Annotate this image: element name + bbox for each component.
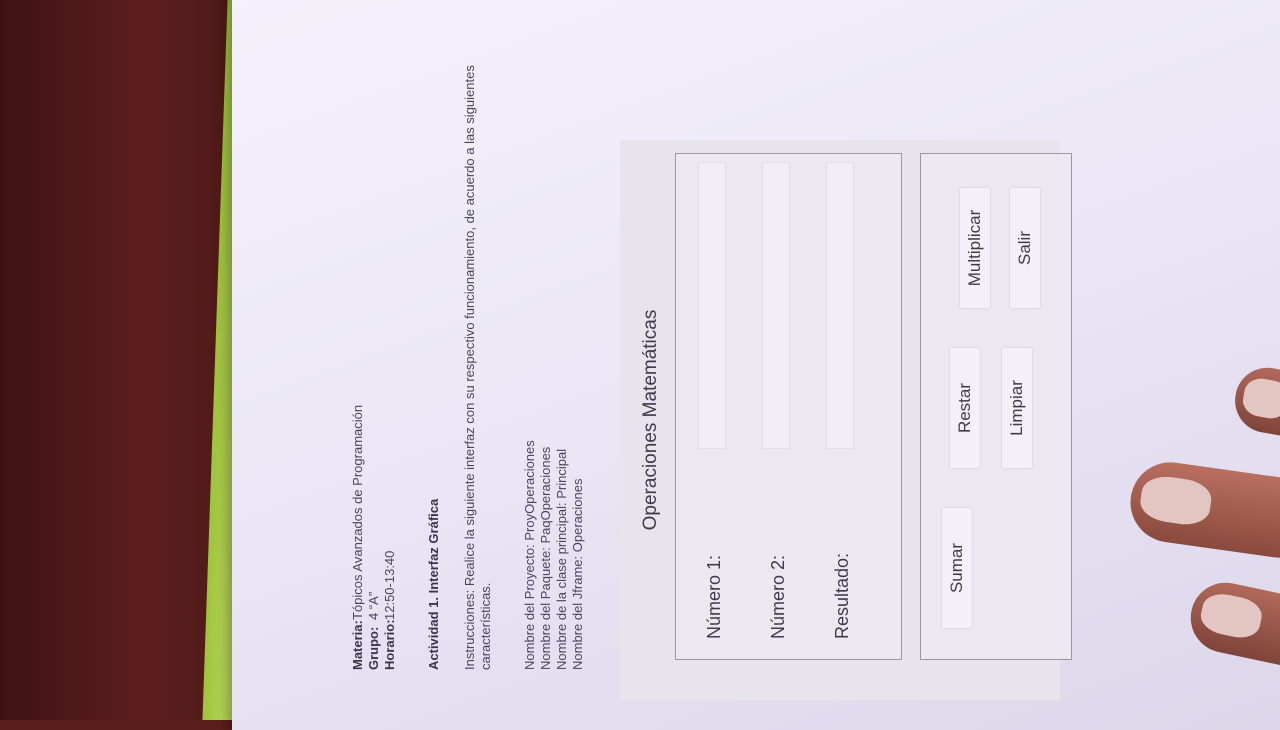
fingernail: [1240, 375, 1280, 422]
list-item: Nombre del Paquete: PaqOperaciones: [538, 446, 553, 670]
input-panel: Número 1: Número 2: Resultado:: [675, 153, 902, 660]
resultado-field[interactable]: [826, 162, 854, 449]
numero1-label: Número 1:: [704, 554, 724, 639]
numero2-label: Número 2:: [768, 554, 788, 639]
meta-key: Materia:: [350, 620, 365, 670]
list-item: Nombre de la clase principal: Principal: [554, 448, 569, 670]
frame-title: Operaciones Matemáticas: [640, 309, 661, 531]
list-item: Nombre del Proyecto: ProyOperaciones: [522, 440, 537, 670]
numero1-field[interactable]: [698, 162, 726, 449]
meta-row: Horario: 12:50-13:40: [382, 405, 398, 670]
fingernail: [1197, 590, 1265, 642]
resultado-label: Resultado:: [832, 552, 852, 639]
fingernail: [1138, 473, 1214, 528]
course-meta: Materia: Tópicos Avanzados de Programaci…: [350, 405, 398, 670]
meta-value: 4 “A”: [366, 591, 381, 620]
meta-row: Grupo: 4 “A”: [366, 405, 382, 670]
buttons-panel: Sumar Restar Multiplicar Limpiar Salir: [920, 153, 1072, 660]
meta-value: 12:50-13:40: [382, 550, 397, 620]
multiplicar-button[interactable]: Multiplicar: [959, 187, 991, 309]
meta-row: Materia: Tópicos Avanzados de Programaci…: [350, 405, 366, 670]
sumar-button[interactable]: Sumar: [941, 507, 973, 629]
meta-value: Tópicos Avanzados de Programación: [350, 404, 365, 620]
activity-title: Actividad 1. Interfaz Gráfica: [426, 498, 441, 670]
operations-frame-mockup: Operaciones Matemáticas Número 1: Número…: [620, 140, 1072, 700]
restar-button[interactable]: Restar: [949, 347, 981, 469]
salir-button[interactable]: Salir: [1009, 187, 1041, 309]
numero2-field[interactable]: [762, 162, 790, 449]
document-content: Materia: Tópicos Avanzados de Programaci…: [340, 20, 1100, 720]
names-list: Nombre del Proyecto: ProyOperaciones Nom…: [522, 440, 586, 670]
list-item: Nombre del Jframe: Operaciones: [570, 478, 585, 670]
instructions-text: Instrucciones: Realice la siguiente inte…: [462, 65, 493, 670]
meta-key: Grupo:: [366, 626, 381, 670]
meta-key: Horario:: [382, 619, 397, 670]
limpiar-button[interactable]: Limpiar: [1001, 347, 1033, 469]
